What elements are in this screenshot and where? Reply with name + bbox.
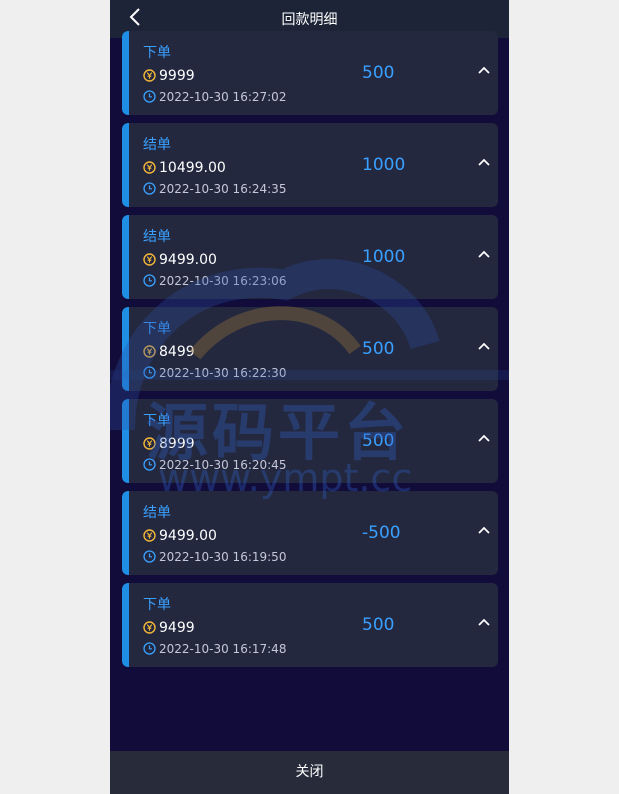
clock-icon (143, 274, 156, 287)
yuan-coin-icon (143, 253, 156, 266)
yuan-coin-icon (143, 69, 156, 82)
record-card[interactable]: 下单 9499 2022-10-30 16:17:48 500 (122, 583, 498, 667)
app-screen: 回款明细 下单 9999 2022-10-30 16:27:02 500 结单 10499… (110, 0, 509, 794)
clock-icon (143, 366, 156, 379)
card-accent-bar (122, 307, 129, 391)
page-title: 回款明细 (281, 12, 338, 28)
clock-icon (143, 550, 156, 563)
record-type: 下单 (143, 45, 171, 61)
clock-icon (143, 642, 156, 655)
clock-icon (143, 182, 156, 195)
card-accent-bar (122, 215, 129, 299)
clock-icon (143, 90, 156, 103)
record-time: 2022-10-30 16:27:02 (159, 90, 287, 104)
record-value: 500 (362, 339, 395, 359)
record-time: 2022-10-30 16:19:50 (159, 550, 287, 564)
record-time: 2022-10-30 16:24:35 (159, 182, 287, 196)
record-amount: 9499.00 (159, 528, 217, 544)
watermark-url: www.ympt.cc (158, 456, 413, 500)
record-value: 1000 (362, 155, 406, 175)
record-amount: 9499.00 (159, 252, 217, 268)
record-type: 下单 (143, 321, 171, 337)
card-accent-bar (122, 123, 129, 207)
record-card[interactable]: 结单 9499.00 2022-10-30 16:23:06 1000 (122, 215, 498, 299)
record-type: 结单 (143, 505, 171, 521)
record-amount: 8499 (159, 344, 195, 360)
record-card[interactable]: 结单 9499.00 2022-10-30 16:19:50 -500 (122, 491, 498, 575)
chevron-up-icon[interactable] (477, 65, 491, 75)
chevron-up-icon[interactable] (477, 249, 491, 259)
close-button[interactable]: 关闭 (110, 751, 509, 794)
chevron-up-icon[interactable] (477, 617, 491, 627)
record-card[interactable]: 下单 8499 2022-10-30 16:22:30 500 (122, 307, 498, 391)
chevron-up-icon[interactable] (477, 433, 491, 443)
yuan-coin-icon (143, 161, 156, 174)
card-accent-bar (122, 583, 129, 667)
record-card[interactable]: 结单 10499.00 2022-10-30 16:24:35 1000 (122, 123, 498, 207)
yuan-coin-icon (143, 621, 156, 634)
card-accent-bar (122, 31, 129, 115)
chevron-up-icon[interactable] (477, 157, 491, 167)
record-value: 1000 (362, 247, 406, 267)
record-type: 结单 (143, 229, 171, 245)
card-accent-bar (122, 491, 129, 575)
card-accent-bar (122, 399, 129, 483)
record-time: 2022-10-30 16:22:30 (159, 366, 287, 380)
yuan-coin-icon (143, 529, 156, 542)
record-amount: 9999 (159, 68, 195, 84)
record-type: 结单 (143, 137, 171, 153)
chevron-up-icon[interactable] (477, 341, 491, 351)
record-time: 2022-10-30 16:17:48 (159, 642, 287, 656)
record-value: 500 (362, 63, 395, 83)
chevron-up-icon[interactable] (477, 525, 491, 535)
record-type: 下单 (143, 597, 171, 613)
record-amount: 9499 (159, 620, 195, 636)
record-value: -500 (362, 523, 401, 543)
yuan-coin-icon (143, 345, 156, 358)
record-amount: 10499.00 (159, 160, 226, 176)
record-card[interactable]: 下单 9999 2022-10-30 16:27:02 500 (122, 31, 498, 115)
record-value: 500 (362, 615, 395, 635)
record-time: 2022-10-30 16:23:06 (159, 274, 287, 288)
